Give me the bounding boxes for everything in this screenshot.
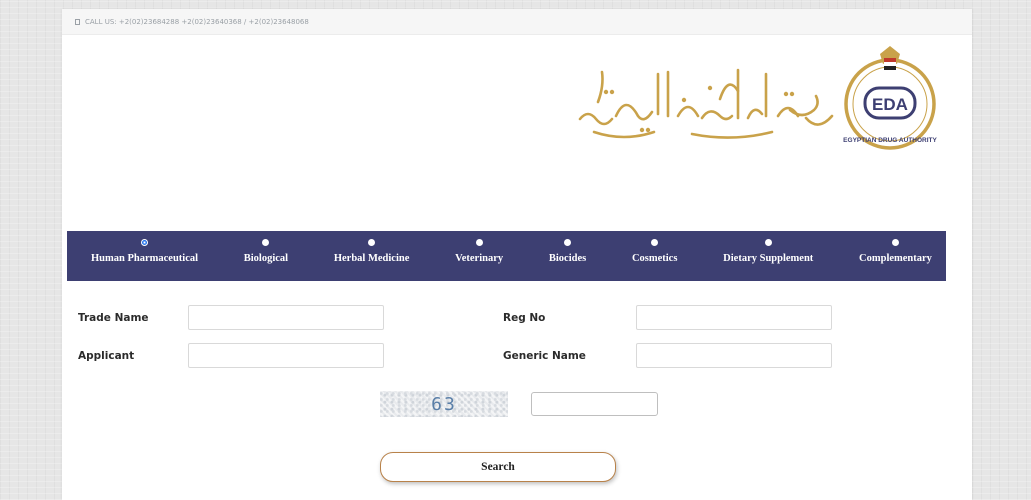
nav-radio-icon[interactable]: [891, 239, 899, 246]
call-us-text: CALL US: +2(02)23684288 +2(02)23640368 /…: [85, 17, 309, 26]
applicant-input[interactable]: [188, 343, 384, 368]
category-nav: Human Pharmaceutical Biological Herbal Med…: [67, 231, 946, 281]
captcha-input[interactable]: [531, 392, 658, 416]
nav-item-label: Dietary Supplement: [723, 253, 814, 264]
svg-text:EGYPTIAN DRUG AUTHORITY: EGYPTIAN DRUG AUTHORITY: [843, 137, 937, 144]
nav-radio-icon[interactable]: [262, 239, 270, 246]
nav-item-label: Herbal Medicine: [333, 253, 410, 264]
nav-item-herbal-medicine[interactable]: Herbal Medicine: [333, 231, 410, 264]
nav-radio-icon[interactable]: [141, 239, 149, 246]
nav-item-cosmetics[interactable]: Cosmetics: [631, 231, 678, 264]
contact-bar: CALL US: +2(02)23684288 +2(02)23640368 /…: [62, 9, 972, 35]
trade-name-input[interactable]: [188, 305, 384, 330]
generic-name-input[interactable]: [636, 343, 832, 368]
captcha-image: 63: [380, 391, 508, 417]
applicant-label: Applicant: [78, 350, 135, 362]
nav-item-human-pharmaceutical[interactable]: Human Pharmaceutical: [91, 231, 198, 264]
nav-item-label: Veterinary: [455, 253, 504, 264]
arabic-calligraphy: [578, 68, 834, 139]
trade-name-label: Trade Name: [78, 312, 149, 324]
reg-no-label: Reg No: [503, 312, 546, 324]
eda-logo-graphic: EDA EGYPTIAN DRUG AUTHORITY: [578, 46, 937, 150]
phone-icon: [75, 18, 80, 25]
nav-item-label: Human Pharmaceutical: [91, 253, 199, 264]
search-button[interactable]: Search: [380, 452, 616, 482]
captcha-text: 63: [431, 393, 457, 415]
nav-radio-icon[interactable]: [764, 239, 772, 246]
generic-name-label: Generic Name: [503, 350, 586, 362]
nav-item-label: Cosmetics: [631, 253, 678, 264]
nav-radio-icon[interactable]: [651, 239, 659, 246]
nav-radio-icon[interactable]: [475, 239, 483, 246]
eda-emblem: EDA EGYPTIAN DRUG AUTHORITY: [843, 46, 937, 150]
nav-item-complementary[interactable]: Complementary: [859, 231, 932, 264]
nav-item-label: Biocides: [548, 253, 587, 264]
reg-no-input[interactable]: [636, 305, 832, 330]
nav-item-dietary-supplement[interactable]: Dietary Supplement: [723, 231, 813, 264]
header: EDA EGYPTIAN DRUG AUTHORITY: [62, 35, 972, 231]
eda-logo[interactable]: EDA EGYPTIAN DRUG AUTHORITY: [550, 44, 942, 154]
nav-item-veterinary[interactable]: Veterinary: [455, 231, 503, 264]
nav-item-label: Biological: [243, 253, 289, 264]
nav-radio-icon[interactable]: [564, 239, 572, 246]
nav-radio-icon[interactable]: [368, 239, 376, 246]
nav-item-biological[interactable]: Biological: [244, 231, 288, 264]
main-container: CALL US: +2(02)23684288 +2(02)23640368 /…: [62, 9, 972, 500]
nav-item-biocides[interactable]: Biocides: [549, 231, 586, 264]
nav-item-label: Complementary: [859, 253, 932, 264]
svg-text:EDA: EDA: [872, 95, 908, 114]
